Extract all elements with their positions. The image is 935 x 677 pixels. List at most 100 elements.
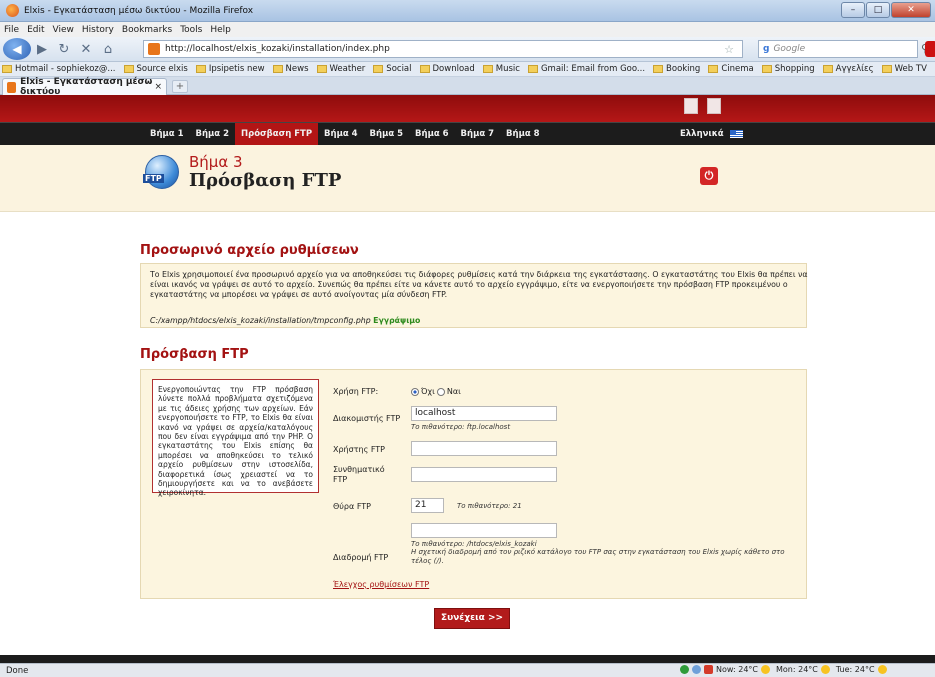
bookmark-item[interactable]: Hotmail - sophiekoz@... xyxy=(2,64,116,74)
menu-history[interactable]: History xyxy=(82,25,114,35)
bookmark-item[interactable]: Source elxis xyxy=(123,64,188,74)
menu-file[interactable]: File xyxy=(4,25,19,35)
adblock-icon[interactable] xyxy=(925,41,935,57)
reload-button[interactable]: ↻ xyxy=(53,40,75,58)
menu-tools[interactable]: Tools xyxy=(180,25,202,35)
ftp-port-label: Θύρα FTP xyxy=(333,502,371,511)
page-viewport: Βήμα 1 Βήμα 2 Πρόσβαση FTP Βήμα 4 Βήμα 5… xyxy=(0,95,935,663)
status-bar: Done Now: 24°C Mon: 24°C Tue: 24°C xyxy=(0,663,935,677)
menu-view[interactable]: View xyxy=(53,25,74,35)
menu-help[interactable]: Help xyxy=(210,25,231,35)
folder-icon xyxy=(881,65,892,73)
folder-icon xyxy=(123,65,134,73)
home-button[interactable]: ⌂ xyxy=(97,40,119,58)
ftp-pass-label: Συνθηματικό FTP xyxy=(333,465,385,484)
step-link-ftp[interactable]: Πρόσβαση FTP xyxy=(235,123,319,146)
step-number: Βήμα 3 xyxy=(189,153,243,171)
tmp-path-text: C:/xampp/htdocs/elxis_kozaki/installatio… xyxy=(150,316,371,325)
addon-icon xyxy=(704,665,713,674)
folder-icon xyxy=(272,65,283,73)
step-link-2[interactable]: Βήμα 2 xyxy=(190,123,236,146)
use-ftp-radio-group: Όχι Ναι xyxy=(411,387,461,396)
bookmark-item[interactable]: Gmail: Email from Goo... xyxy=(527,64,645,74)
bookmark-item[interactable]: Music xyxy=(482,64,520,74)
continue-button[interactable]: Συνέχεια >> xyxy=(434,608,510,629)
back-button[interactable]: ◀ xyxy=(3,38,31,60)
addon-icon xyxy=(680,665,689,674)
tmp-section-title: Προσωρινό αρχείο ρυθμίσεων xyxy=(140,243,359,258)
sun-icon xyxy=(761,665,770,674)
status-text: Done xyxy=(6,665,29,676)
folder-icon xyxy=(482,65,493,73)
ftp-host-hint: Το πιθανότερο: ftp.localhost xyxy=(411,423,511,431)
ftp-path-hint: Η σχετική διαδρομή από τον ριζικό κατάλο… xyxy=(411,548,785,565)
ftp-host-input[interactable]: localhost xyxy=(411,406,557,421)
ftp-port-input[interactable]: 21 xyxy=(411,498,444,513)
bookmark-item[interactable]: Social xyxy=(373,64,412,74)
stop-button[interactable]: ✕ xyxy=(75,40,97,58)
step-link-5[interactable]: Βήμα 5 xyxy=(364,123,410,146)
language-selector[interactable]: Ελληνικά xyxy=(680,129,743,139)
page-title: Πρόσβαση FTP xyxy=(189,170,342,191)
navigation-toolbar: ◀ ▶ ↻ ✕ ⌂ http://localhost/elxis_kozaki/… xyxy=(0,37,935,62)
radio-yes[interactable] xyxy=(436,387,445,396)
bookmark-item[interactable]: Ipsipetis new xyxy=(195,64,265,74)
bookmark-item[interactable]: Download xyxy=(419,64,475,74)
minimize-button[interactable]: – xyxy=(841,2,865,18)
step-link-7[interactable]: Βήμα 7 xyxy=(455,123,501,146)
site-footer xyxy=(0,655,935,663)
folder-icon xyxy=(708,65,719,73)
bookmark-item[interactable]: Booking xyxy=(653,64,700,74)
radio-no[interactable] xyxy=(411,387,419,396)
menu-bookmarks[interactable]: Bookmarks xyxy=(122,25,172,35)
greek-flag-icon xyxy=(729,130,743,138)
writable-status: Εγγράψιμο xyxy=(373,316,421,325)
folder-icon xyxy=(761,65,772,73)
tmp-description: Το Elxis χρησιμοποιεί ένα προσωρινό αρχε… xyxy=(150,270,808,299)
step-link-8[interactable]: Βήμα 8 xyxy=(500,123,546,146)
menu-edit[interactable]: Edit xyxy=(27,25,44,35)
window-title: Elxis - Εγκατάσταση μέσω δικτύου - Mozil… xyxy=(24,5,254,16)
close-tab-icon[interactable]: × xyxy=(154,82,162,92)
google-icon: g xyxy=(763,44,770,54)
tab-title: Elxis - Εγκατάσταση μέσω δικτύου xyxy=(20,77,153,97)
new-tab-button[interactable]: + xyxy=(172,80,188,93)
bookmark-item[interactable]: Αγγελίες xyxy=(822,64,874,74)
bookmark-item[interactable]: Web TV xyxy=(881,64,927,74)
step-link-1[interactable]: Βήμα 1 xyxy=(144,123,190,146)
weather-mon: Mon: 24°C xyxy=(776,665,818,674)
ftp-user-input[interactable] xyxy=(411,441,557,456)
ftp-user-label: Χρήστης FTP xyxy=(333,445,385,454)
window-titlebar: Elxis - Εγκατάσταση μέσω δικτύου - Mozil… xyxy=(0,0,935,22)
search-input[interactable]: g Google xyxy=(758,40,918,58)
bookmark-item[interactable]: Cinema xyxy=(708,64,754,74)
folder-icon xyxy=(653,65,664,73)
url-bar[interactable]: http://localhost/elxis_kozaki/installati… xyxy=(143,40,743,58)
ftp-pass-input[interactable] xyxy=(411,467,557,482)
bookmark-item[interactable]: News xyxy=(272,64,309,74)
maximize-button[interactable]: □ xyxy=(866,2,890,18)
bookmark-item[interactable]: Shopping xyxy=(761,64,815,74)
weather-now: Now: 24°C xyxy=(716,665,758,674)
steps-menu: Βήμα 1 Βήμα 2 Πρόσβαση FTP Βήμα 4 Βήμα 5… xyxy=(0,122,935,146)
folder-icon xyxy=(2,65,12,73)
step-header: FTP Βήμα 3 Πρόσβαση FTP ⏻ xyxy=(0,145,935,212)
check-ftp-link[interactable]: Έλεγχος ρυθμίσεων FTP xyxy=(333,580,429,589)
step-link-4[interactable]: Βήμα 4 xyxy=(318,123,364,146)
bookmark-item[interactable]: Weather xyxy=(316,64,365,74)
weather-widget[interactable]: Now: 24°C Mon: 24°C Tue: 24°C xyxy=(680,665,893,674)
ftp-note: Ενεργοποιώντας την FTP πρόσβαση λύνετε π… xyxy=(152,379,319,497)
folder-icon xyxy=(527,65,538,73)
ftp-path-hint-likely: Το πιθανότερο: /htdocs/elxis_kozaki xyxy=(411,540,537,548)
bookmark-star-icon[interactable]: ☆ xyxy=(724,43,734,56)
radio-no-label: Όχι xyxy=(421,387,435,396)
ftp-globe-icon: FTP xyxy=(143,155,179,189)
tab-current[interactable]: Elxis - Εγκατάσταση μέσω δικτύου × xyxy=(2,77,167,97)
step-link-6[interactable]: Βήμα 6 xyxy=(409,123,455,146)
forward-button[interactable]: ▶ xyxy=(31,40,53,58)
ftp-port-hint: Το πιθανότερο: 21 xyxy=(457,502,522,510)
power-icon[interactable]: ⏻ xyxy=(700,167,718,185)
close-window-button[interactable]: ✕ xyxy=(891,2,931,18)
ftp-path-input[interactable] xyxy=(411,523,557,538)
sun-icon xyxy=(820,665,830,674)
